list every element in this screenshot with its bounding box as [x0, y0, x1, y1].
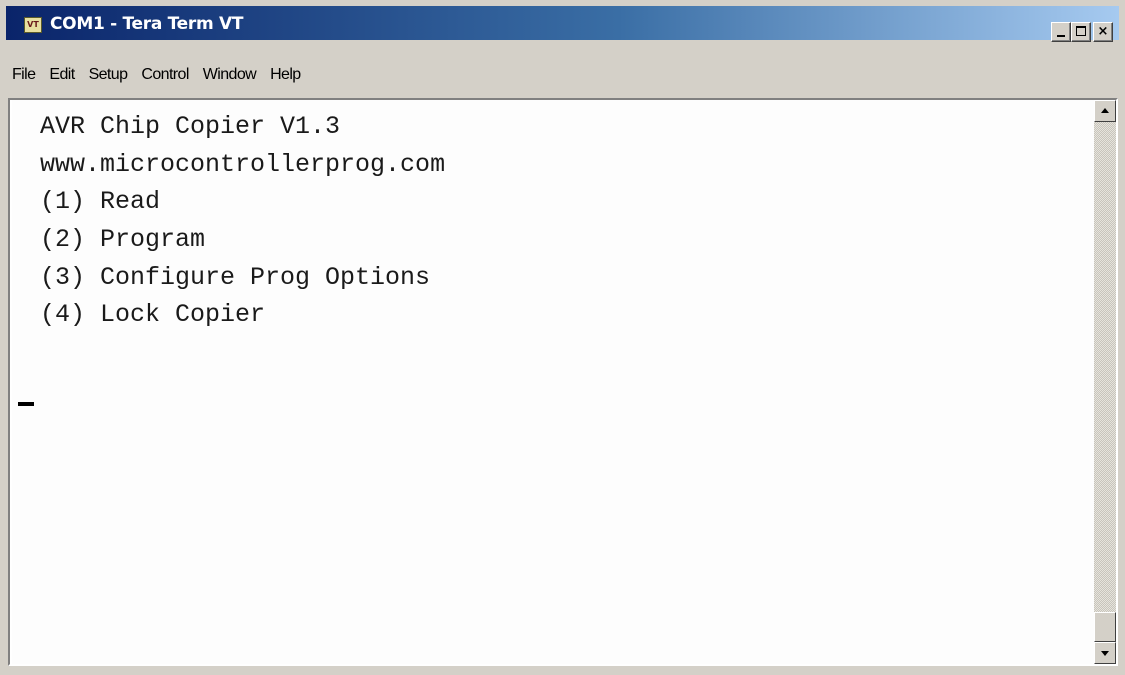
- terminal-line: (2) Program: [40, 225, 206, 255]
- terminal-line: (4) Lock Copier: [40, 300, 266, 330]
- terminal-screen[interactable]: AVR Chip Copier V1.3 www.microcontroller…: [12, 100, 1094, 664]
- terminal-line: (3) Configure Prog Options: [40, 262, 431, 292]
- menu-window[interactable]: Window: [196, 62, 263, 88]
- scroll-down-button[interactable]: [1094, 642, 1116, 664]
- teraterm-app-icon[interactable]: VT: [24, 17, 42, 33]
- tera-term-window: VT COM1 - Tera Term VT × File Edit Setup…: [0, 0, 1125, 675]
- scrollbar-thumb[interactable]: [1094, 612, 1116, 642]
- vertical-scrollbar[interactable]: [1094, 100, 1116, 664]
- text-cursor: [18, 402, 34, 406]
- terminal-line: (1) Read: [40, 187, 161, 217]
- terminal-line: www.microcontrollerprog.com: [40, 149, 446, 179]
- close-icon: ×: [1097, 24, 1109, 39]
- menu-help[interactable]: Help: [263, 62, 308, 88]
- maximize-icon: [1076, 26, 1086, 36]
- minimize-button[interactable]: [1051, 22, 1071, 42]
- minimize-icon: [1057, 35, 1065, 37]
- menu-file[interactable]: File: [6, 62, 42, 88]
- window-title: COM1 - Tera Term VT: [50, 14, 244, 34]
- maximize-button[interactable]: [1071, 22, 1091, 42]
- menu-bar: File Edit Setup Control Window Help: [6, 60, 1119, 90]
- menu-edit[interactable]: Edit: [42, 62, 81, 88]
- caption-buttons: ×: [1051, 22, 1113, 42]
- menu-control[interactable]: Control: [134, 62, 195, 88]
- arrow-down-icon: [1101, 651, 1109, 656]
- title-bar[interactable]: VT COM1 - Tera Term VT ×: [6, 6, 1119, 42]
- arrow-up-icon: [1101, 108, 1109, 113]
- terminal-frame: AVR Chip Copier V1.3 www.microcontroller…: [8, 98, 1118, 666]
- terminal-line: AVR Chip Copier V1.3: [40, 112, 341, 141]
- close-button[interactable]: ×: [1093, 22, 1113, 42]
- scroll-up-button[interactable]: [1094, 100, 1116, 122]
- menu-setup[interactable]: Setup: [82, 62, 135, 88]
